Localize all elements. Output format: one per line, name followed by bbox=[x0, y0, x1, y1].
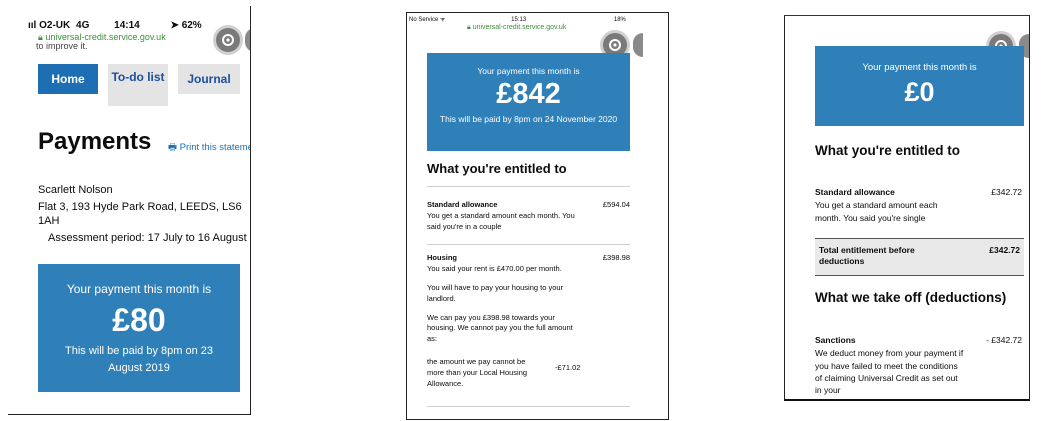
housing-amount: £398.98 bbox=[602, 253, 630, 262]
cutoff-text: to improve it. bbox=[36, 41, 88, 51]
housing-rent: You said your rent is £470.00 per month. bbox=[427, 263, 562, 273]
location-icon: ➤ bbox=[170, 20, 179, 31]
time: 15:13 bbox=[511, 17, 527, 23]
sanctions-desc: We deduct money from your payment if you… bbox=[815, 348, 964, 396]
carrier: No Service bbox=[409, 17, 439, 23]
sanctions-amount: - £342.72 bbox=[986, 335, 1022, 345]
overflow-icon[interactable] bbox=[245, 28, 250, 52]
housing-lha: the amount we pay cannot be more than yo… bbox=[427, 357, 528, 388]
standard-allowance-desc: You get a standard amount each month. Yo… bbox=[815, 200, 938, 223]
deductions-title: What we take off (deductions) bbox=[815, 290, 1007, 305]
assessment-period: Assessment period: 17 July to 16 August bbox=[48, 232, 247, 244]
section-title: What you're entitled to bbox=[427, 161, 567, 176]
housing-label: Housing bbox=[427, 253, 457, 262]
payment-amount: £80 bbox=[112, 302, 166, 338]
payment-box: Your payment this month is £842 This wil… bbox=[427, 53, 630, 151]
screenshot-1: ııl O2-UK 4G 14:14 ➤ 62% 🔒︎ universal-cr… bbox=[8, 6, 251, 415]
payment-box: Your payment this month is £80 This will… bbox=[38, 264, 240, 392]
screenshot-3: Your payment this month is £0 What you'r… bbox=[784, 15, 1030, 401]
housing-row: Housing £398.98 You said your rent is £4… bbox=[427, 253, 630, 390]
screenshot-2: No Service ᯤ 15:13 18% 🔒︎ universal-cred… bbox=[406, 12, 669, 420]
printer-icon: 🖶︎ bbox=[168, 142, 177, 153]
divider bbox=[427, 244, 630, 245]
payment-box: Your payment this month is £0 bbox=[815, 46, 1024, 126]
housing-landlord: You will have to pay your housing to you… bbox=[427, 282, 564, 303]
divider bbox=[427, 406, 630, 407]
standard-allowance-label: Standard allowance bbox=[427, 200, 498, 209]
standard-allowance-row: Standard allowance £342.72 You get a sta… bbox=[815, 186, 1024, 224]
total-label: Total entitlement before deductions bbox=[819, 245, 915, 267]
standard-allowance-amount: £594.04 bbox=[602, 200, 630, 209]
payment-heading: Your payment this month is bbox=[862, 62, 977, 73]
standard-allowance-amount: £342.72 bbox=[991, 187, 1022, 197]
status-bar: No Service ᯤ 15:13 18% bbox=[409, 15, 626, 23]
payment-amount: £0 bbox=[904, 77, 935, 107]
claimant-address: Flat 3, 193 Hyde Park Road, LEEDS, LS6 1… bbox=[38, 201, 242, 228]
print-link-label: Print this statement bbox=[179, 142, 250, 153]
divider bbox=[427, 186, 630, 187]
network: 4G bbox=[76, 20, 90, 31]
nav-home[interactable]: Home bbox=[38, 64, 98, 94]
total-amount: £342.72 bbox=[989, 245, 1020, 255]
print-link[interactable]: 🖶︎ Print this statement bbox=[168, 140, 250, 156]
time: 14:14 bbox=[114, 20, 140, 31]
overflow-icon[interactable] bbox=[633, 33, 643, 57]
payment-date: This will be paid by 8pm on 23 August 20… bbox=[65, 345, 213, 375]
lens-icon[interactable] bbox=[216, 28, 240, 52]
status-bar: ııl O2-UK 4G 14:14 ➤ 62% bbox=[28, 20, 202, 31]
page-title: Payments bbox=[38, 128, 152, 155]
payment-heading: Your payment this month is bbox=[66, 282, 212, 296]
battery-percent: 62% bbox=[181, 20, 202, 31]
payment-amount: £842 bbox=[496, 78, 561, 110]
total-row: Total entitlement before deductions £342… bbox=[815, 238, 1024, 276]
payment-heading: Your payment this month is bbox=[477, 66, 580, 76]
section-title: What you're entitled to bbox=[815, 143, 960, 158]
claimant-name: Scarlett Nolson bbox=[38, 184, 113, 196]
housing-deduction: -£71.02 bbox=[555, 363, 581, 372]
battery-percent: 18% bbox=[613, 17, 626, 23]
sanctions-row: Sanctions - £342.72 We deduct money from… bbox=[815, 334, 1024, 397]
housing-explain: We can pay you £398.98 towards your hous… bbox=[427, 312, 573, 344]
carrier: O2-UK bbox=[39, 20, 71, 31]
signal-icon: ııl bbox=[28, 20, 37, 31]
payment-date: This will be paid by 8pm on 24 November … bbox=[439, 114, 618, 124]
url-text: universal-credit.service.gov.uk bbox=[472, 24, 567, 31]
nav-todo[interactable]: To-do list bbox=[108, 64, 168, 106]
wifi-icon: ᯤ bbox=[440, 17, 446, 23]
url-bar[interactable]: 🔒︎ universal-credit.service.gov.uk bbox=[467, 24, 566, 32]
nav-journal[interactable]: Journal bbox=[178, 64, 240, 94]
standard-allowance-row: Standard allowance £594.04 You get a sta… bbox=[427, 200, 630, 233]
standard-allowance-desc: You get a standard amount each month. Yo… bbox=[427, 211, 575, 231]
lock-icon: 🔒︎ bbox=[467, 24, 471, 31]
